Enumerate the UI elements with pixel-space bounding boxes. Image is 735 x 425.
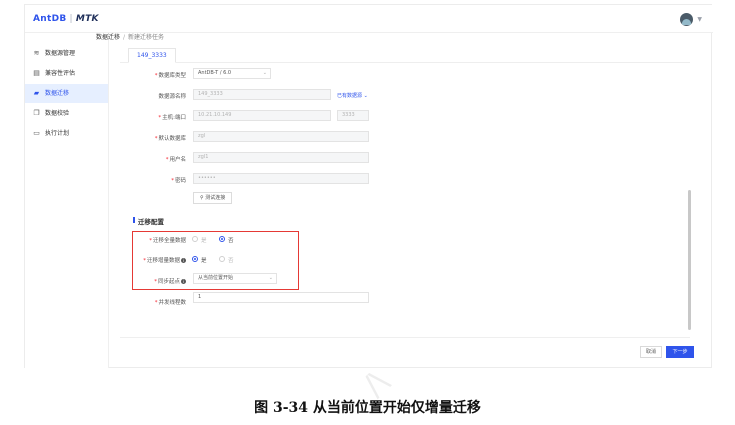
existing-source-link[interactable]: 已有数据源 ⌄: [337, 92, 368, 99]
default-db-input[interactable]: zgl: [193, 131, 369, 142]
info-icon[interactable]: i: [181, 279, 186, 284]
app-logo: AntDB | MTK: [33, 14, 99, 24]
full-data-no-label: 否: [228, 238, 234, 244]
sidebar-item-label: 数据源管理: [45, 50, 76, 57]
info-icon[interactable]: i: [181, 258, 186, 263]
concurrency-label: *并发线程数: [154, 300, 186, 306]
source-name-label: 数据源名称: [158, 94, 186, 100]
calendar-icon: ▭: [33, 129, 40, 137]
host-port-label: *主机:端口: [158, 115, 186, 121]
sync-start-select[interactable]: 从当前位置开始 ⌄: [193, 273, 277, 284]
breadcrumb: 数据迁移 / 新建迁移任务: [96, 32, 164, 41]
document-icon: ▤: [33, 69, 40, 77]
logo-separator: |: [69, 14, 73, 24]
sidebar-item-label: 兼容性评估: [45, 70, 76, 77]
logo-brand: AntDB: [33, 14, 67, 24]
copy-icon: ❐: [33, 109, 40, 117]
chevron-down-icon[interactable]: ▼: [697, 16, 702, 23]
incremental-yes-label: 是: [201, 258, 207, 264]
incremental-yes-radio[interactable]: [192, 256, 198, 262]
scrollbar[interactable]: [688, 190, 691, 330]
password-input[interactable]: ••••••: [193, 173, 369, 184]
footer-divider: [120, 337, 690, 338]
full-data-yes-radio[interactable]: [192, 236, 198, 242]
full-data-no-radio[interactable]: [219, 236, 225, 242]
sidebar-item-label: 执行计划: [45, 130, 70, 137]
sidebar: ≋ 数据源管理 ▤ 兼容性评估 ▰ 数据迁移 ❐ 数据校验 ▭ 执行计划: [25, 33, 109, 368]
cancel-button[interactable]: 取消: [640, 346, 662, 358]
full-data-yes-label: 是: [201, 238, 207, 244]
chevron-down-icon: ⌄: [268, 275, 273, 281]
database-stack-icon: ≋: [33, 49, 40, 57]
full-data-label: *迁移全量数据: [149, 238, 186, 244]
breadcrumb-separator: /: [123, 34, 126, 41]
incremental-no-label: 否: [228, 258, 234, 264]
password-label: *密码: [171, 178, 186, 184]
db-type-select[interactable]: AntDB-T / 6.0 ⌄: [193, 68, 271, 79]
db-type-label: *数据库类型: [154, 73, 186, 79]
logo-product: MTK: [75, 14, 99, 24]
tab-datasource[interactable]: 149_3333: [128, 48, 176, 63]
concurrency-input[interactable]: 1: [193, 292, 369, 303]
sidebar-item-label: 数据迁移: [45, 90, 70, 97]
breadcrumb-current: 新建迁移任务: [128, 34, 165, 41]
incremental-label: *迁移增量数据 i: [143, 258, 186, 264]
incremental-no-radio[interactable]: [219, 256, 225, 262]
tab-bar: 149_3333: [120, 48, 690, 63]
username-label: *用户名: [165, 157, 186, 163]
migration-config-title: 迁移配置: [133, 217, 164, 226]
sidebar-item-label: 数据校验: [45, 110, 70, 117]
sync-start-label: *同步起点 i: [154, 279, 186, 285]
username-input[interactable]: zgl1: [193, 152, 369, 163]
next-button[interactable]: 下一步: [666, 346, 694, 358]
figure-caption: 图 3-34 从当前位置开始仅增量迁移: [254, 400, 481, 416]
breadcrumb-root[interactable]: 数据迁移: [96, 34, 120, 41]
top-header: AntDB | MTK ▼: [25, 5, 713, 33]
sidebar-item-datasource[interactable]: ≋ 数据源管理: [25, 44, 108, 63]
host-input[interactable]: 10.21.10.149: [193, 110, 331, 121]
chevron-down-icon: ⌄: [262, 70, 267, 76]
source-name-input[interactable]: 149_3333: [193, 89, 331, 100]
test-connection-button[interactable]: ⚲ 测试连接: [193, 192, 233, 204]
user-avatar[interactable]: [680, 13, 693, 26]
folder-icon: ▰: [33, 89, 40, 97]
default-db-label: *默认数据库: [154, 136, 186, 142]
port-input[interactable]: 3333: [337, 110, 369, 121]
